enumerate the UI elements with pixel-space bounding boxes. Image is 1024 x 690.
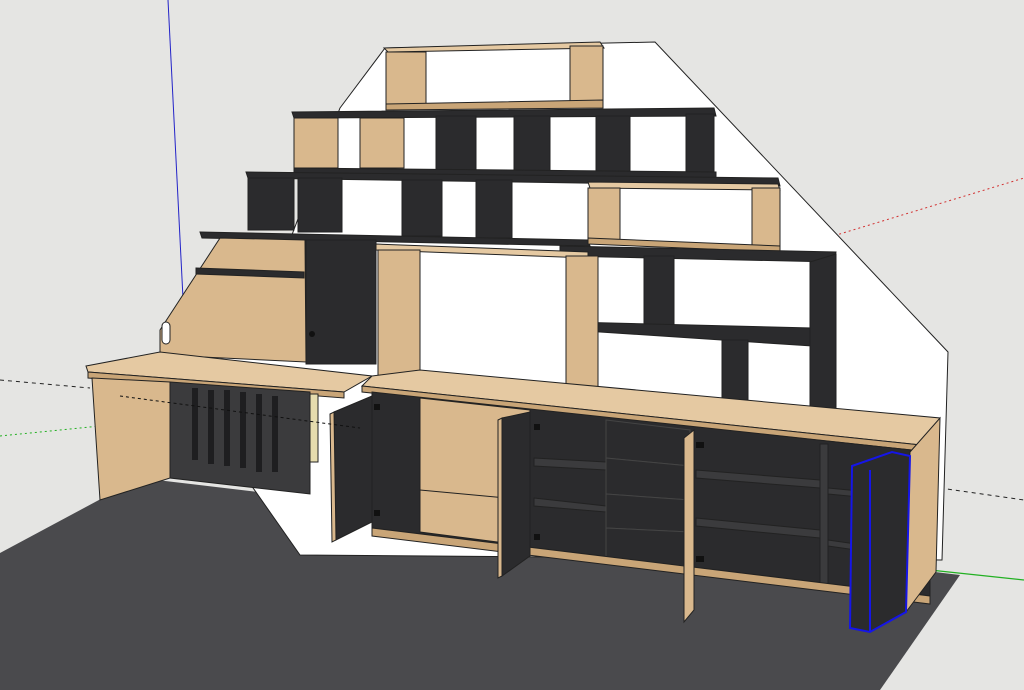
door-middle-edge <box>497 417 503 579</box>
left-upper-cabinet[interactable] <box>159 237 377 365</box>
modeling-viewport[interactable] <box>0 0 1024 690</box>
drawers-black[interactable] <box>605 419 691 567</box>
door-right[interactable] <box>683 428 695 624</box>
red-axis-dotted <box>819 177 1024 241</box>
black-guide-left <box>0 379 91 389</box>
selected-panel[interactable] <box>848 450 912 634</box>
scene-canvas[interactable] <box>0 0 1024 690</box>
door-knob <box>309 331 315 337</box>
handle-slot <box>161 321 171 345</box>
door-middle[interactable] <box>501 411 531 577</box>
black-guide-right <box>939 487 1024 501</box>
door-left[interactable] <box>333 395 373 541</box>
